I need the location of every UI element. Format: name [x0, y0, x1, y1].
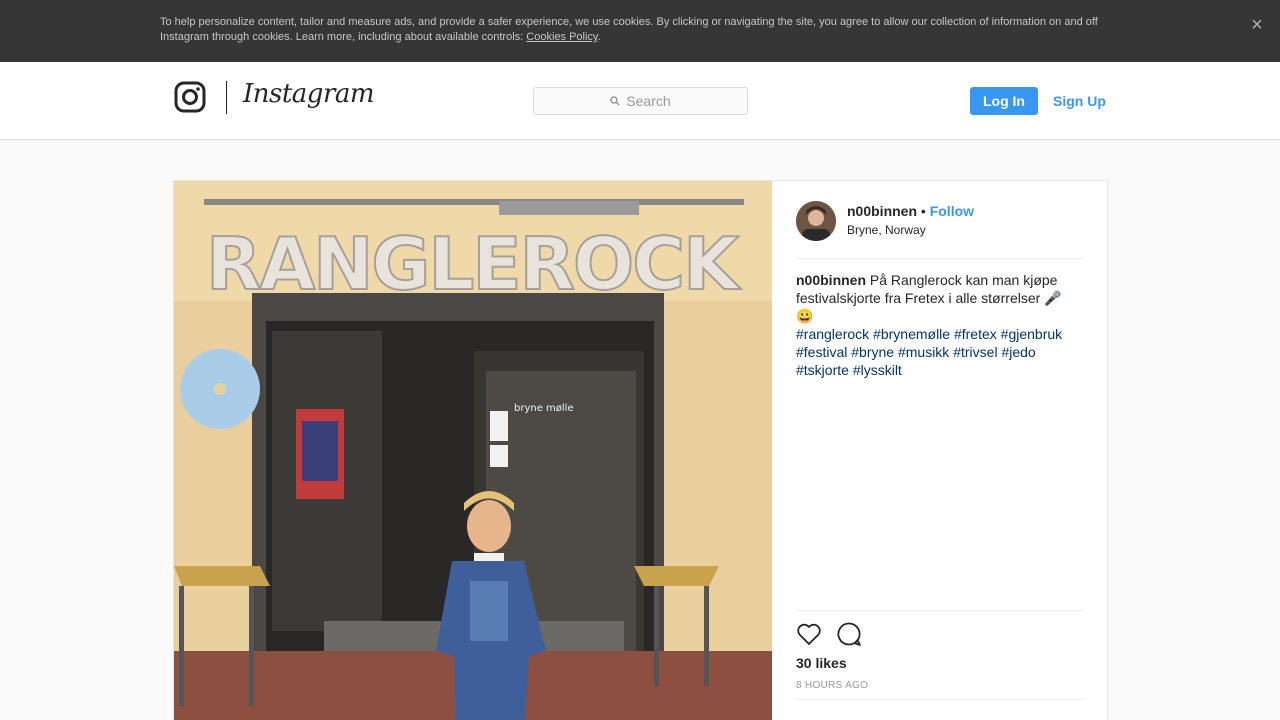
divider: [796, 699, 1084, 700]
hashtag-bryne[interactable]: #bryne: [851, 344, 894, 360]
search-icon: [610, 96, 620, 106]
hashtag-brynemolle[interactable]: #brynemølle: [873, 326, 950, 342]
likes-count[interactable]: 30 likes: [796, 655, 847, 671]
post-location[interactable]: Bryne, Norway: [847, 223, 926, 237]
hashtag-trivsel[interactable]: #trivsel: [953, 344, 997, 360]
follow-button[interactable]: Follow: [930, 203, 974, 219]
photo-door-text: bryne mølle: [514, 403, 574, 414]
separator-dot: •: [920, 203, 926, 219]
cookies-policy-link[interactable]: Cookies Policy: [526, 31, 597, 43]
search-placeholder: Search: [626, 93, 671, 109]
post-username[interactable]: n00binnen: [847, 203, 917, 219]
signup-link[interactable]: Sign Up: [1053, 93, 1106, 109]
cookie-banner-text: To help personalize content, tailor and …: [160, 16, 1098, 43]
cookie-banner: To help personalize content, tailor and …: [0, 0, 1280, 62]
post-user-row: n00binnen • Follow: [847, 203, 974, 219]
caption-username[interactable]: n00binnen: [796, 272, 866, 288]
divider: [796, 610, 1084, 611]
hashtag-tskjorte[interactable]: #tskjorte: [796, 362, 849, 378]
post-caption: n00binnen På Ranglerock kan man kjøpe fe…: [796, 271, 1076, 379]
search-input[interactable]: Search: [533, 87, 748, 115]
post-photo[interactable]: RANGLEROCK bryne mølle: [174, 181, 772, 720]
hashtag-lysskilt[interactable]: #lysskilt: [853, 362, 902, 378]
instagram-camera-icon[interactable]: [174, 81, 206, 113]
post-sidebar: n00binnen • Follow Bryne, Norway n00binn…: [796, 181, 1084, 720]
instagram-wordmark[interactable]: Instagram: [243, 79, 375, 109]
hashtag-musikk[interactable]: #musikk: [898, 344, 949, 360]
avatar[interactable]: [796, 201, 836, 241]
logo-divider: [226, 81, 227, 114]
heart-icon[interactable]: [796, 621, 822, 647]
close-icon[interactable]: ×: [1248, 15, 1266, 35]
post-timestamp[interactable]: 8 HOURS AGO: [796, 680, 868, 691]
hashtag-jedo[interactable]: #jedo: [1001, 344, 1035, 360]
hashtag-fretex[interactable]: #fretex: [954, 326, 997, 342]
top-nav: Instagram Search Log In Sign Up: [0, 62, 1280, 140]
comment-icon[interactable]: [836, 621, 862, 647]
divider: [796, 258, 1084, 259]
login-button[interactable]: Log In: [970, 87, 1038, 115]
post-card: RANGLEROCK bryne mølle n00binnen • Follo…: [173, 180, 1108, 720]
hashtag-ranglerock[interactable]: #ranglerock: [796, 326, 869, 342]
hashtag-festival[interactable]: #festival: [796, 344, 847, 360]
hashtag-gjenbruk[interactable]: #gjenbruk: [1001, 326, 1063, 342]
